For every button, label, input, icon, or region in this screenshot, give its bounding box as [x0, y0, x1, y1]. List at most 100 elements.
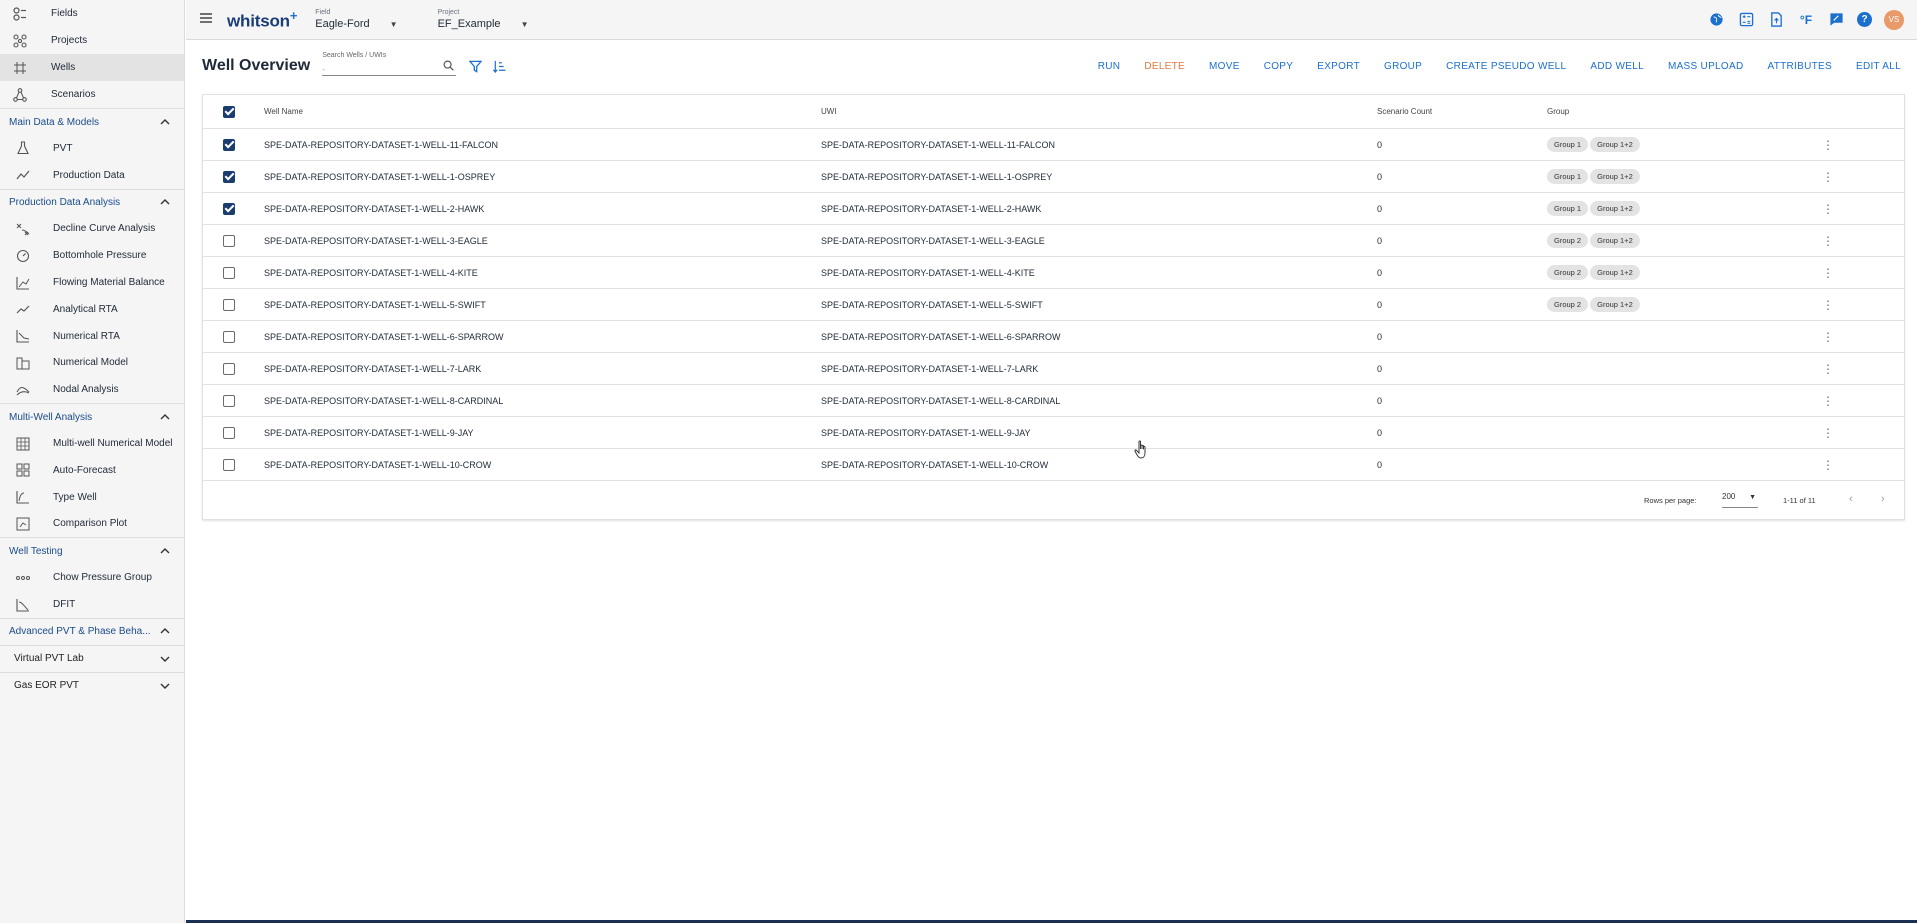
sidebar-item-flowing-material-balance[interactable]: Flowing Material Balance [0, 269, 184, 296]
calculator-icon[interactable] [1737, 11, 1755, 29]
next-page-icon[interactable]: › [1881, 493, 1885, 505]
sidebar-item-type-well[interactable]: Type Well [0, 484, 184, 511]
sidebar-item-projects[interactable]: Projects [0, 27, 184, 54]
globe-icon[interactable] [1707, 11, 1725, 29]
export-button[interactable]: EXPORT [1317, 61, 1360, 72]
well-name-cell[interactable]: SPE-DATA-REPOSITORY-DATASET-1-WELL-4-KIT… [264, 268, 478, 278]
mass-upload-button[interactable]: MASS UPLOAD [1668, 61, 1744, 72]
well-name-cell[interactable]: SPE-DATA-REPOSITORY-DATASET-1-WELL-8-CAR… [264, 396, 503, 406]
project-selector[interactable]: Project EF_Example ▼ [438, 9, 529, 30]
well-name-cell[interactable]: SPE-DATA-REPOSITORY-DATASET-1-WELL-11-FA… [264, 140, 498, 150]
group-chip[interactable]: Group 2 [1547, 233, 1589, 248]
more-options-icon[interactable]: ⋮ [1822, 459, 1834, 471]
document-upload-icon[interactable] [1767, 11, 1785, 29]
search-input[interactable]: Search Wells / UWIs - [322, 52, 457, 80]
row-checkbox[interactable] [223, 362, 235, 375]
group-chip[interactable]: Group 1 [1547, 201, 1589, 216]
group-chip[interactable]: Group 1+2 [1590, 233, 1640, 248]
sidebar-item-nodal-analysis[interactable]: Nodal Analysis [0, 376, 184, 403]
column-header-group[interactable]: Group [1547, 107, 1569, 116]
sidebar-item-analytical-rta[interactable]: Analytical RTA [0, 296, 184, 323]
table-row[interactable]: SPE-DATA-REPOSITORY-DATASET-1-WELL-7-LAR… [203, 353, 1904, 385]
row-checkbox[interactable] [223, 170, 235, 183]
section-well-testing[interactable]: Well Testing [0, 537, 184, 564]
table-row[interactable]: SPE-DATA-REPOSITORY-DATASET-1-WELL-1-OSP… [203, 161, 1904, 193]
app-logo[interactable]: whitson+ [227, 8, 297, 32]
group-chip[interactable]: Group 1+2 [1590, 201, 1640, 216]
well-name-cell[interactable]: SPE-DATA-REPOSITORY-DATASET-1-WELL-1-OSP… [264, 172, 495, 182]
table-row[interactable]: SPE-DATA-REPOSITORY-DATASET-1-WELL-9-JAY… [203, 417, 1904, 449]
search-icon[interactable] [443, 60, 454, 74]
sidebar-item-dfit[interactable]: DFIT [0, 591, 184, 618]
well-name-cell[interactable]: SPE-DATA-REPOSITORY-DATASET-1-WELL-2-HAW… [264, 204, 484, 214]
sidebar-item-chow-pressure-group[interactable]: Chow Pressure Group [0, 564, 184, 591]
edit-all-button[interactable]: EDIT ALL [1856, 61, 1901, 72]
well-name-cell[interactable]: SPE-DATA-REPOSITORY-DATASET-1-WELL-6-SPA… [264, 332, 504, 342]
row-checkbox[interactable] [223, 234, 235, 247]
sidebar-item-numerical-rta[interactable]: Numerical RTA [0, 323, 184, 350]
sidebar-item-pvt[interactable]: PVT [0, 135, 184, 162]
sidebar-item-fields[interactable]: Fields [0, 0, 184, 27]
column-header-well-name[interactable]: Well Name [264, 107, 303, 116]
more-options-icon[interactable]: ⋮ [1822, 139, 1834, 151]
copy-button[interactable]: COPY [1264, 61, 1294, 72]
section-main-data[interactable]: Main Data & Models [0, 108, 184, 135]
sidebar-item-numerical-model[interactable]: Numerical Model [0, 350, 184, 377]
sidebar-item-wells[interactable]: Wells [0, 54, 184, 81]
section-multi-well-analysis[interactable]: Multi-Well Analysis [0, 403, 184, 430]
table-row[interactable]: SPE-DATA-REPOSITORY-DATASET-1-WELL-6-SPA… [203, 321, 1904, 353]
well-name-cell[interactable]: SPE-DATA-REPOSITORY-DATASET-1-WELL-7-LAR… [264, 364, 481, 374]
select-all-checkbox[interactable] [223, 105, 235, 118]
delete-button[interactable]: DELETE [1144, 61, 1185, 72]
more-options-icon[interactable]: ⋮ [1822, 299, 1834, 311]
group-chip[interactable]: Group 1+2 [1590, 297, 1640, 312]
more-options-icon[interactable]: ⋮ [1822, 427, 1834, 439]
sidebar-item-scenarios[interactable]: Scenarios [0, 81, 184, 108]
row-checkbox[interactable] [223, 202, 235, 215]
group-chip[interactable]: Group 2 [1547, 265, 1589, 280]
field-selector[interactable]: Field Eagle-Ford ▼ [315, 9, 397, 30]
row-checkbox[interactable] [223, 266, 235, 279]
more-options-icon[interactable]: ⋮ [1822, 203, 1834, 215]
row-checkbox[interactable] [223, 394, 235, 407]
well-name-cell[interactable]: SPE-DATA-REPOSITORY-DATASET-1-WELL-3-EAG… [264, 236, 488, 246]
table-row[interactable]: SPE-DATA-REPOSITORY-DATASET-1-WELL-10-CR… [203, 449, 1904, 481]
create-pseudo-well-button[interactable]: CREATE PSEUDO WELL [1446, 61, 1566, 72]
more-options-icon[interactable]: ⋮ [1822, 171, 1834, 183]
row-checkbox[interactable] [223, 138, 235, 151]
sidebar-item-production-data[interactable]: Production Data [0, 162, 184, 189]
table-row[interactable]: SPE-DATA-REPOSITORY-DATASET-1-WELL-4-KIT… [203, 257, 1904, 289]
avatar[interactable]: VS [1884, 9, 1904, 30]
sidebar-item-decline-curve-analysis[interactable]: Decline Curve Analysis [0, 216, 184, 243]
sort-icon[interactable] [489, 56, 509, 76]
section-production-data-analysis[interactable]: Production Data Analysis [0, 188, 184, 216]
group-chip[interactable]: Group 1+2 [1590, 137, 1640, 152]
section-advanced-pvt[interactable]: Advanced PVT & Phase Beha... [0, 617, 184, 645]
group-chip[interactable]: Group 1 [1547, 137, 1589, 152]
more-options-icon[interactable]: ⋮ [1822, 395, 1834, 407]
more-options-icon[interactable]: ⋮ [1822, 363, 1834, 375]
group-chip[interactable]: Group 1+2 [1590, 265, 1640, 280]
sidebar-item-virtual-pvt-lab[interactable]: Virtual PVT Lab [0, 644, 184, 672]
more-options-icon[interactable]: ⋮ [1822, 331, 1834, 343]
filter-icon[interactable] [465, 56, 485, 76]
sidebar-item-multi-well-numerical-model[interactable]: Multi-well Numerical Model [0, 430, 184, 457]
row-checkbox[interactable] [223, 426, 235, 439]
group-button[interactable]: GROUP [1384, 61, 1422, 72]
previous-page-icon[interactable]: ‹ [1849, 493, 1853, 505]
well-name-cell[interactable]: SPE-DATA-REPOSITORY-DATASET-1-WELL-10-CR… [264, 460, 491, 470]
well-name-cell[interactable]: SPE-DATA-REPOSITORY-DATASET-1-WELL-5-SWI… [264, 300, 486, 310]
group-chip[interactable]: Group 1 [1547, 169, 1589, 184]
sidebar-item-comparison-plot[interactable]: Comparison Plot [0, 511, 184, 538]
column-header-scenario-count[interactable]: Scenario Count [1377, 107, 1432, 116]
temperature-unit-icon[interactable]: °F [1797, 11, 1815, 29]
more-options-icon[interactable]: ⋮ [1822, 267, 1834, 279]
table-row[interactable]: SPE-DATA-REPOSITORY-DATASET-1-WELL-5-SWI… [203, 289, 1904, 321]
feedback-icon[interactable] [1827, 11, 1845, 29]
rows-per-page-select[interactable]: 200 ▼ [1722, 492, 1758, 508]
add-well-button[interactable]: ADD WELL [1590, 61, 1644, 72]
run-button[interactable]: RUN [1098, 61, 1121, 72]
group-chip[interactable]: Group 1+2 [1590, 169, 1640, 184]
attributes-button[interactable]: ATTRIBUTES [1767, 61, 1831, 72]
table-row[interactable]: SPE-DATA-REPOSITORY-DATASET-1-WELL-11-FA… [203, 129, 1904, 161]
